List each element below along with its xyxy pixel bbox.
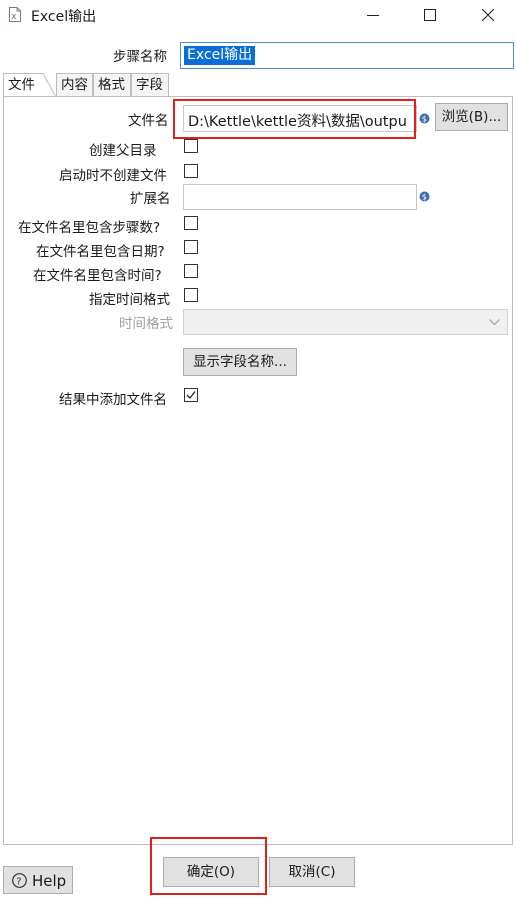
maximize-button[interactable]: [407, 0, 453, 30]
cancel-button[interactable]: 取消(C): [269, 857, 355, 887]
include-date-checkbox[interactable]: [184, 240, 198, 254]
chevron-down-icon: [489, 319, 500, 326]
filename-value: D:\Kettle\kettle资料\数据\outpu: [188, 114, 407, 130]
extension-label: 扩展名: [130, 191, 171, 207]
specify-time-format-checkbox[interactable]: [184, 288, 198, 302]
excel-file-icon: X: [9, 7, 21, 22]
tab-file[interactable]: 文件: [3, 73, 39, 98]
tab-slant-decoration: [39, 73, 57, 97]
show-field-names-button[interactable]: 显示字段名称...: [183, 348, 297, 376]
title-bar: X Excel输出: [0, 0, 516, 30]
include-stepnr-checkbox[interactable]: [184, 216, 198, 230]
tab-fields[interactable]: 字段: [131, 73, 169, 97]
include-stepnr-label: 在文件名里包含步骤数?: [18, 220, 161, 236]
include-date-label: 在文件名里包含日期?: [36, 244, 165, 260]
tab-fields-label: 字段: [136, 77, 163, 93]
include-time-checkbox[interactable]: [184, 264, 198, 278]
extension-input[interactable]: [183, 184, 417, 210]
help-icon: ?: [12, 873, 27, 888]
step-name-label: 步骤名称: [113, 49, 167, 65]
no-create-at-start-label: 启动时不创建文件: [59, 168, 167, 184]
step-name-input[interactable]: Excel输出: [180, 42, 514, 69]
step-name-value: Excel输出: [184, 46, 256, 65]
tab-content[interactable]: 内容: [56, 73, 93, 97]
filename-label: 文件名: [128, 113, 169, 129]
maximize-icon: [424, 9, 436, 21]
svg-text:?: ?: [16, 877, 21, 888]
no-create-at-start-checkbox[interactable]: [184, 164, 198, 178]
tab-format[interactable]: 格式: [93, 73, 131, 97]
tab-format-label: 格式: [98, 77, 125, 93]
time-format-select[interactable]: [183, 309, 508, 335]
ok-button[interactable]: 确定(O): [163, 857, 259, 887]
time-format-label: 时间格式: [119, 316, 173, 332]
add-to-result-label: 结果中添加文件名: [59, 392, 167, 408]
create-parent-folder-label: 创建父目录: [89, 143, 157, 159]
tab-file-label: 文件: [8, 77, 35, 93]
help-label: Help: [32, 872, 67, 890]
check-icon: [186, 391, 196, 399]
filename-input[interactable]: D:\Kettle\kettle资料\数据\outpu: [183, 105, 417, 132]
svg-text:X: X: [12, 13, 17, 21]
include-time-label: 在文件名里包含时间?: [33, 268, 162, 284]
window-title: Excel输出: [31, 9, 97, 25]
tab-content-label: 内容: [61, 77, 88, 93]
add-to-result-checkbox[interactable]: [184, 388, 198, 402]
help-button[interactable]: ? Help: [3, 866, 73, 894]
minimize-button[interactable]: [350, 0, 396, 30]
specify-time-format-label: 指定时间格式: [89, 292, 170, 308]
create-parent-folder-checkbox[interactable]: [184, 139, 198, 153]
close-button[interactable]: [465, 0, 511, 30]
variable-icon[interactable]: $: [419, 191, 430, 202]
svg-text:$: $: [422, 115, 427, 124]
close-icon: [482, 9, 494, 21]
browse-button[interactable]: 浏览(B)...: [435, 103, 508, 131]
svg-text:$: $: [422, 193, 427, 202]
minimize-icon: [367, 15, 379, 16]
variable-icon[interactable]: $: [419, 113, 430, 124]
